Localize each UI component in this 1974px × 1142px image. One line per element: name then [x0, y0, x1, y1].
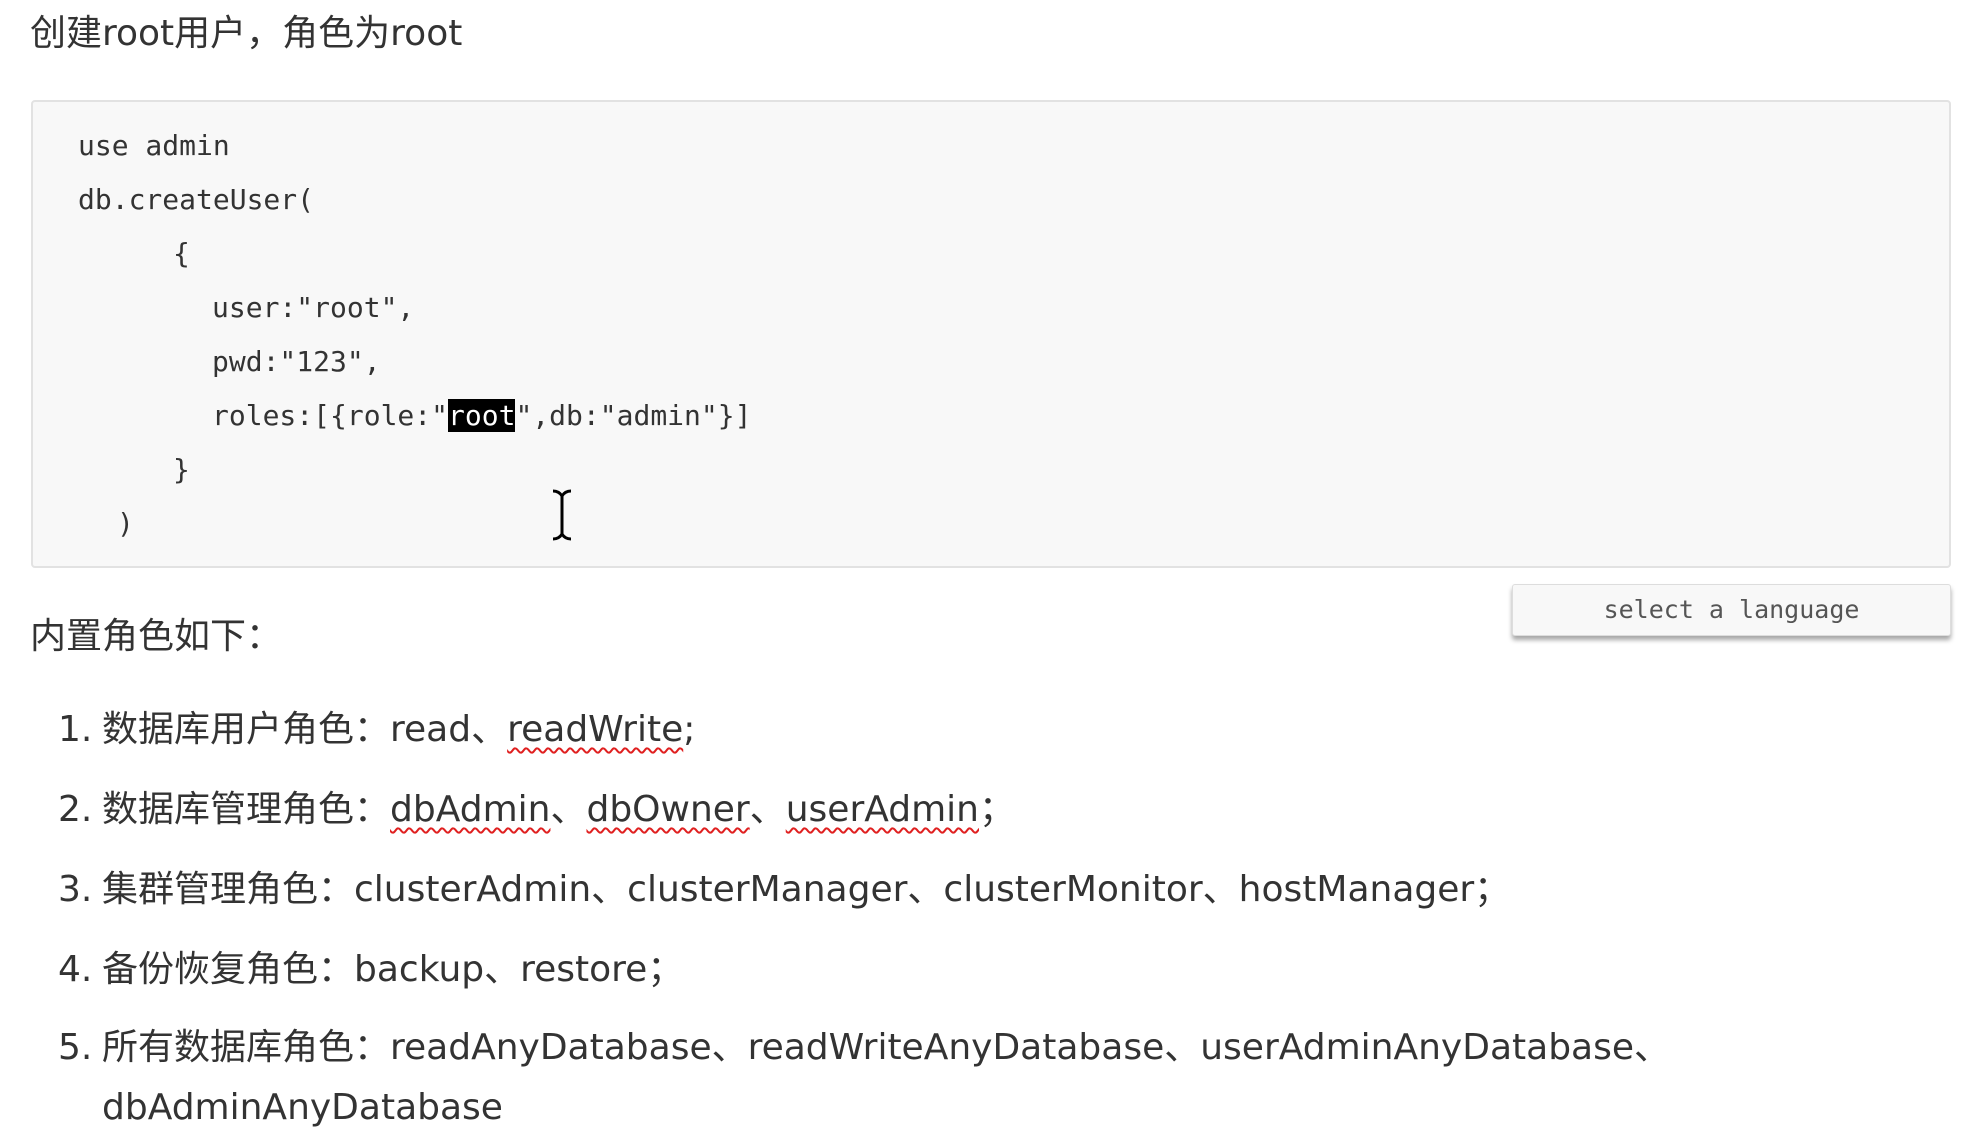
code-line: pwd:"123",	[212, 345, 381, 378]
text-cursor-icon	[552, 489, 572, 541]
list-text: 数据库用户角色：	[102, 709, 391, 750]
list-text: 数据库管理角色：	[102, 789, 391, 830]
list-number: 2.	[58, 789, 93, 830]
role-name: read	[390, 709, 472, 750]
list-item: 4. 备份恢复角色：backup、restore；	[58, 944, 683, 996]
code-line: )	[117, 507, 134, 540]
separator: 、	[471, 709, 508, 750]
code-line: }	[173, 453, 190, 486]
code-line: use admin	[78, 129, 230, 162]
code-text: roles:[{role:"	[212, 399, 449, 432]
list-item: 5. 所有数据库角色：readAnyDatabase、readWriteAnyDa…	[58, 1022, 1670, 1074]
list-number: 4.	[58, 949, 93, 990]
list-item: 2. 数据库管理角色：dbAdmin、dbOwner、userAdmin；	[58, 784, 1015, 836]
misspelled-word: dbOwner	[586, 789, 750, 830]
list-number: 5.	[58, 1027, 93, 1068]
selected-text[interactable]: root	[448, 399, 516, 432]
separator: 、	[749, 789, 786, 830]
list-item: 3. 集群管理角色：clusterAdmin、clusterManager、clu…	[58, 864, 1510, 916]
list-text: 备份恢复角色：backup、restore；	[102, 949, 684, 990]
code-text: ",db:"admin"}]	[515, 399, 752, 432]
misspelled-word: readWrite	[507, 709, 684, 750]
misspelled-word: dbAdmin	[390, 789, 551, 830]
terminator: ；	[979, 789, 1016, 830]
list-text-continuation: dbAdminAnyDatabase	[102, 1087, 503, 1128]
code-line: roles:[{role:"root",db:"admin"}]	[212, 396, 751, 436]
list-text: 所有数据库角色：readAnyDatabase、readWriteAnyData…	[102, 1027, 1671, 1068]
list-number: 1.	[58, 709, 93, 750]
code-block[interactable]: use admin db.createUser( { user:"root", …	[31, 100, 1951, 568]
code-line: user:"root",	[212, 291, 415, 324]
code-line: db.createUser(	[78, 183, 315, 216]
code-line: {	[173, 237, 190, 270]
separator: 、	[550, 789, 587, 830]
section-heading: 创建root用户，角色为root	[30, 13, 463, 54]
list-text: 集群管理角色：clusterAdmin、clusterManager、clust…	[102, 869, 1511, 910]
language-select[interactable]: select a language	[1512, 584, 1951, 636]
terminator: ;	[683, 709, 696, 750]
misspelled-word: userAdmin	[785, 789, 979, 830]
list-item: 1. 数据库用户角色：read、readWrite;	[58, 704, 695, 756]
builtin-roles-heading: 内置角色如下：	[30, 616, 283, 657]
list-number: 3.	[58, 869, 93, 910]
